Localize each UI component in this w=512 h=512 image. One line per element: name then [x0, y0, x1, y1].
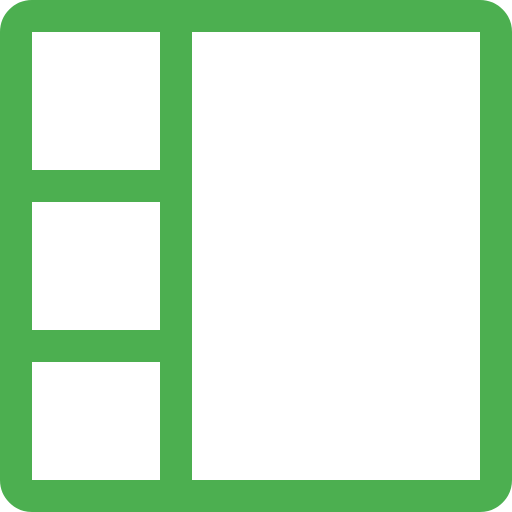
layout-vertical-divider — [160, 16, 192, 496]
layout-sidebar-divider-top — [16, 170, 176, 202]
layout-sidebar-panel-middle — [32, 202, 160, 330]
layout-sidebar-panel-bottom — [32, 362, 160, 480]
layout-sidebar-panel-top — [32, 32, 160, 170]
layout-main-panel — [192, 32, 480, 480]
sidebar-layout-icon — [0, 0, 512, 512]
layout-sidebar-divider-bottom — [16, 330, 176, 362]
